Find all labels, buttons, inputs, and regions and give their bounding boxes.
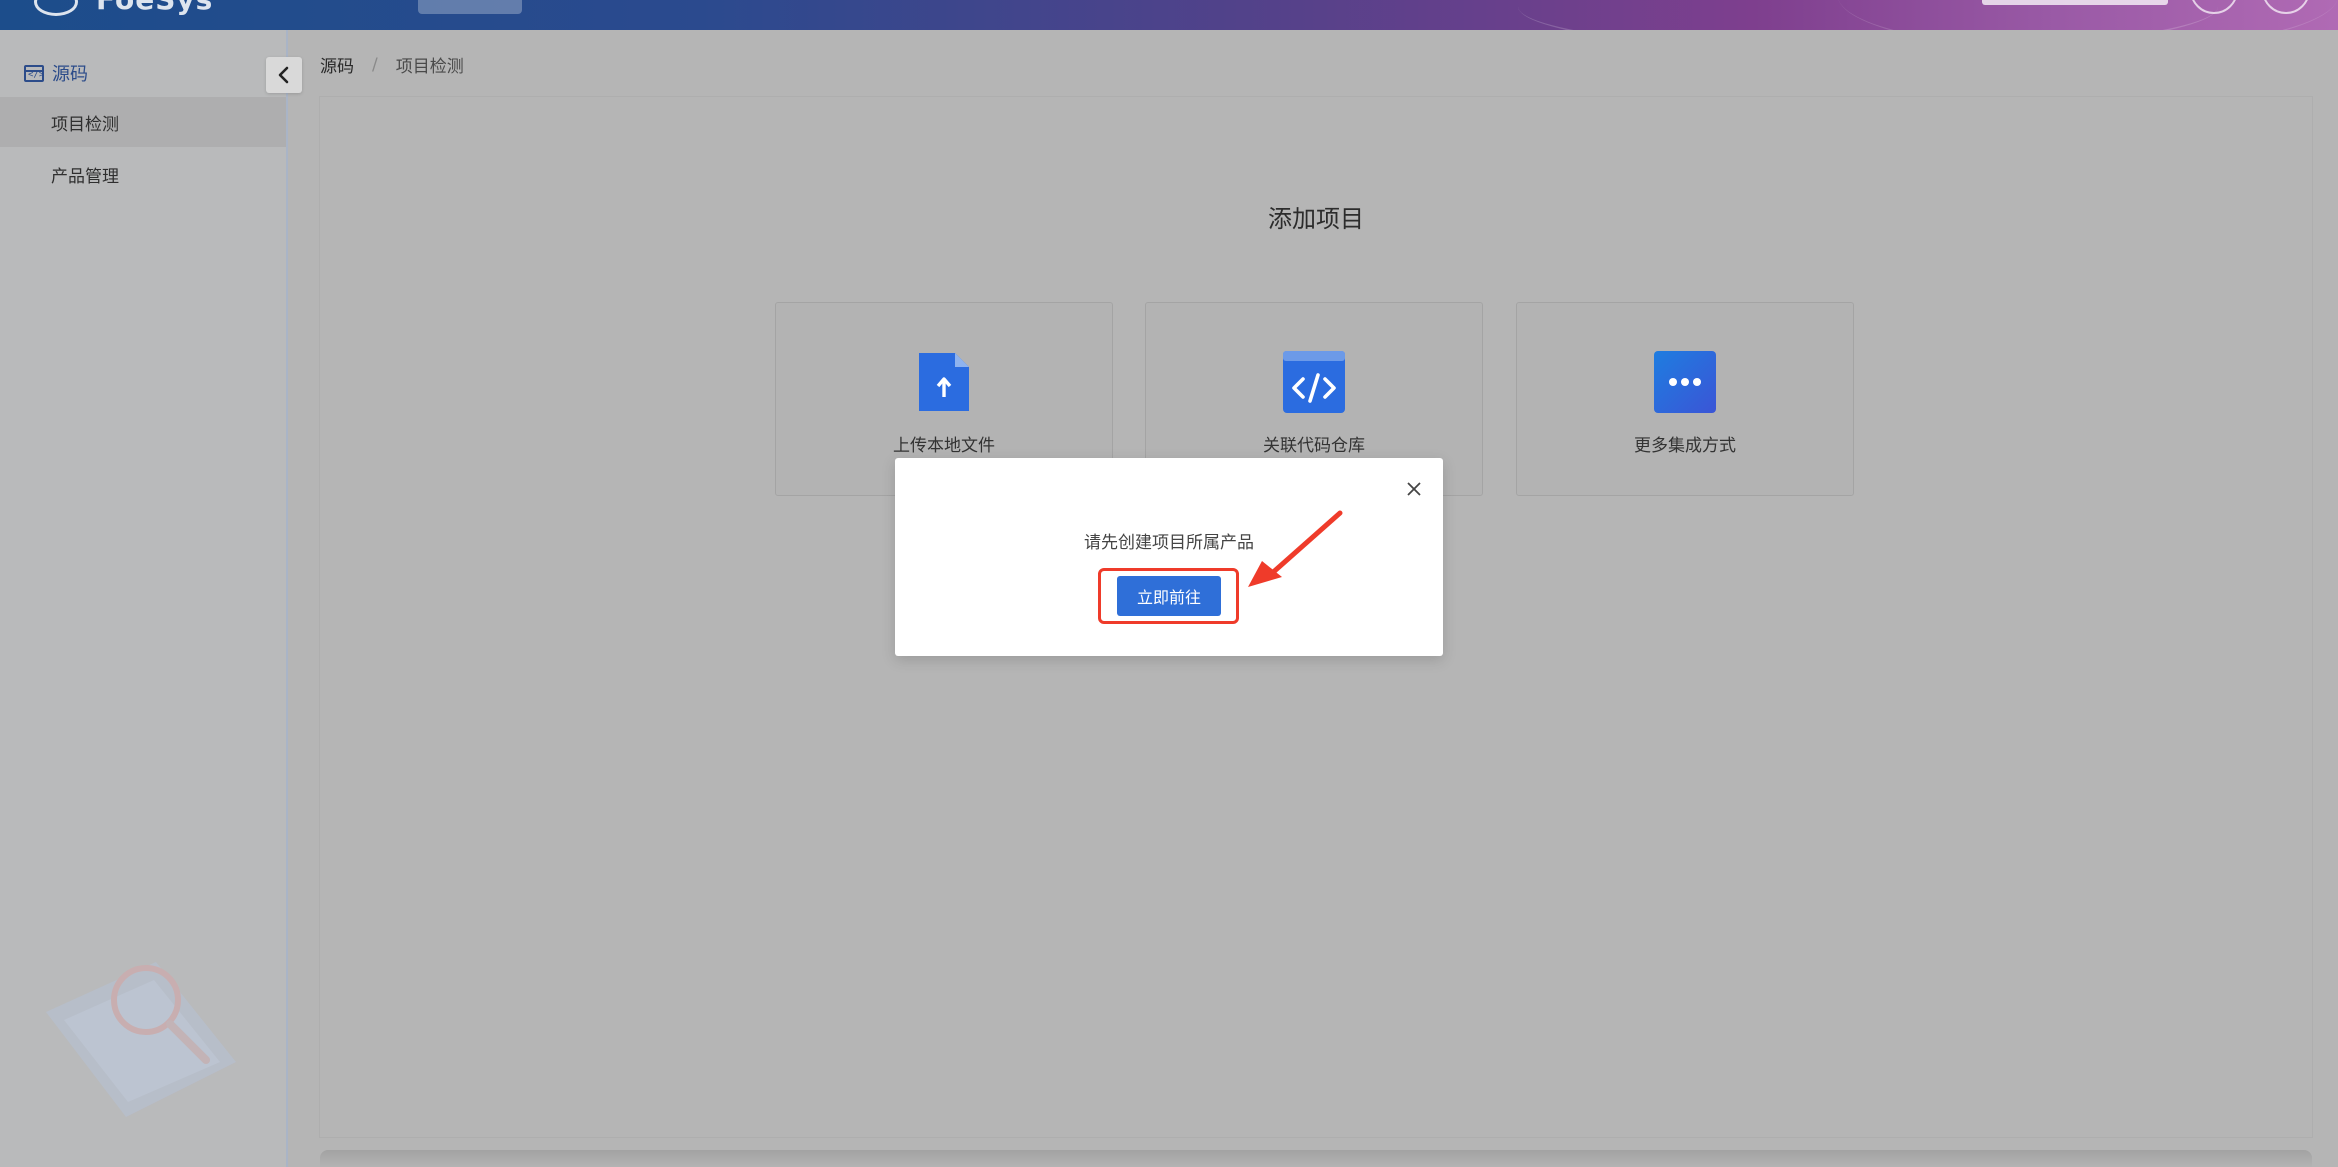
app-logo[interactable]: FoeSys bbox=[34, 0, 213, 16]
sidebar-collapse-button[interactable] bbox=[266, 57, 302, 93]
card-label: 关联代码仓库 bbox=[1263, 436, 1365, 456]
code-repo-icon bbox=[1283, 351, 1345, 413]
sidebar-item-label: 项目检测 bbox=[51, 114, 119, 135]
logo-mark-icon bbox=[34, 0, 78, 16]
annotation-arrow-icon bbox=[1248, 510, 1343, 587]
sidebar-item-product-management[interactable]: 产品管理 bbox=[0, 149, 286, 199]
breadcrumb-current: 项目检测 bbox=[395, 57, 464, 77]
sidebar-item-project-detection[interactable]: 项目检测 bbox=[0, 97, 286, 147]
chevron-left-icon bbox=[278, 66, 289, 84]
top-header: FoeSys bbox=[0, 0, 2338, 30]
sidebar-illustration bbox=[46, 962, 236, 1117]
top-nav-active-tab[interactable] bbox=[418, 0, 522, 14]
page-title: 添加项目 bbox=[1268, 205, 1364, 233]
sidebar-section-title: 源码 bbox=[52, 64, 88, 85]
upload-file-icon bbox=[919, 353, 969, 411]
sidebar: </> 源码 项目检测 产品管理 bbox=[0, 30, 288, 1167]
more-icon bbox=[1654, 351, 1716, 413]
breadcrumb: 源码 / 项目检测 bbox=[320, 52, 464, 78]
sidebar-section-source[interactable]: </> 源码 bbox=[24, 60, 88, 86]
sidebar-item-label: 产品管理 bbox=[51, 166, 119, 187]
more-integrations-card[interactable]: 更多集成方式 bbox=[1516, 302, 1854, 496]
logo-text: FoeSys bbox=[96, 0, 213, 16]
card-label: 上传本地文件 bbox=[893, 436, 995, 456]
horizontal-scrollbar[interactable] bbox=[320, 1150, 2312, 1167]
breadcrumb-separator: / bbox=[372, 54, 378, 75]
create-product-dialog: 请先创建项目所属产品 立即前往 bbox=[895, 458, 1443, 656]
breadcrumb-root[interactable]: 源码 bbox=[320, 52, 354, 77]
dialog-message: 请先创建项目所属产品 bbox=[1084, 533, 1254, 553]
close-icon bbox=[1407, 482, 1421, 496]
top-search-input[interactable] bbox=[1982, 0, 2168, 5]
card-label: 更多集成方式 bbox=[1634, 436, 1736, 456]
close-button[interactable] bbox=[1403, 478, 1425, 500]
source-code-icon: </> bbox=[24, 64, 44, 82]
go-now-button[interactable]: 立即前往 bbox=[1117, 576, 1221, 616]
